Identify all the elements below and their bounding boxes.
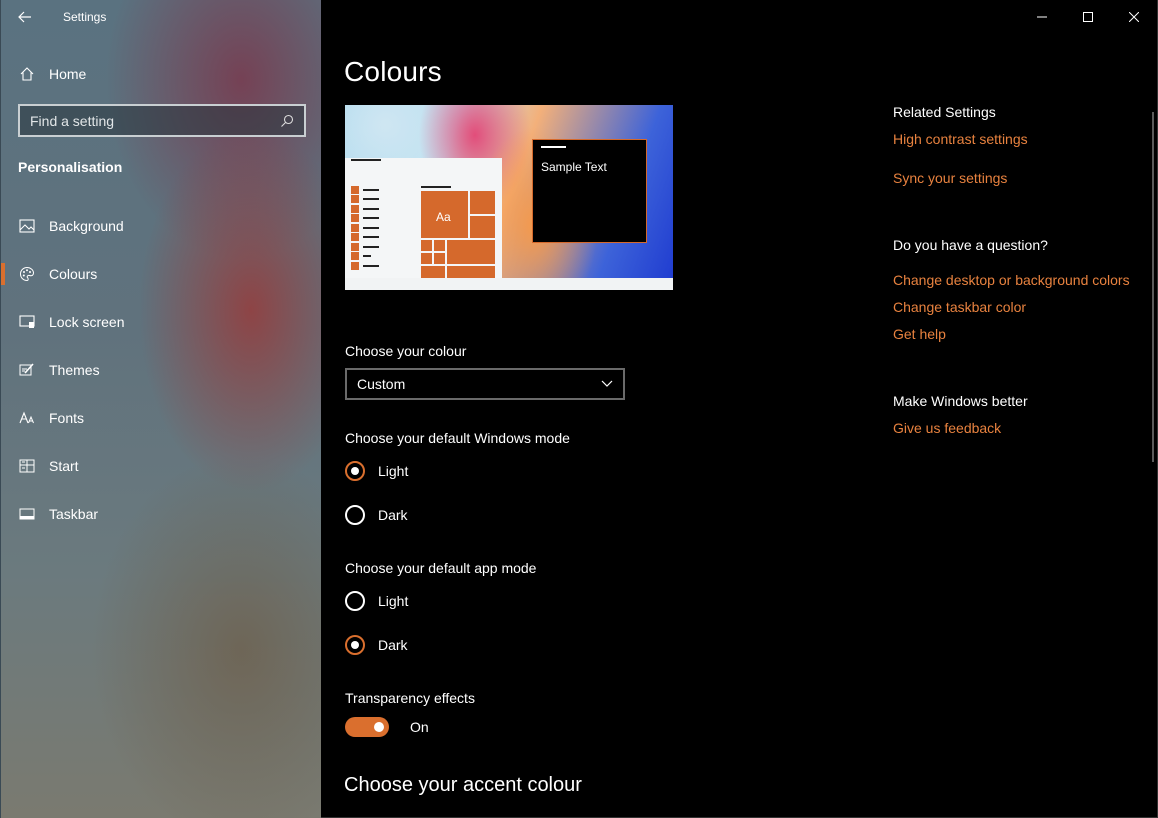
- accent-colour-heading: Choose your accent colour: [344, 774, 582, 796]
- change-background-colors-link[interactable]: Change desktop or background colors: [893, 272, 1130, 288]
- maximize-button[interactable]: [1065, 0, 1111, 34]
- choose-colour-value: Custom: [357, 376, 406, 392]
- close-button[interactable]: [1111, 0, 1157, 34]
- high-contrast-link[interactable]: High contrast settings: [893, 131, 1028, 147]
- font-icon: [18, 409, 36, 427]
- content-pane: Colours Aa Sample Text Choose your colou…: [321, 0, 1158, 818]
- page-title: Colours: [344, 56, 442, 87]
- app-mode-label: Choose your default app mode: [345, 560, 537, 576]
- preview-sample-text: Sample Text: [541, 160, 607, 174]
- sidebar-item-label: Taskbar: [49, 506, 99, 522]
- colour-preview: Aa Sample Text: [345, 105, 673, 290]
- preview-tiles: Aa: [421, 191, 495, 278]
- radio-indicator[interactable]: [345, 591, 365, 611]
- sidebar-item-label: Background: [49, 218, 124, 234]
- give-feedback-link[interactable]: Give us feedback: [893, 420, 1001, 436]
- search-box[interactable]: [18, 104, 306, 137]
- preview-tile-label: Aa: [436, 210, 451, 224]
- window-controls: [1019, 0, 1157, 34]
- app-title: Settings: [63, 10, 107, 24]
- make-windows-better-heading: Make Windows better: [893, 393, 1028, 409]
- radio-label: Dark: [378, 637, 408, 653]
- choose-colour-label: Choose your colour: [345, 343, 467, 359]
- windows-mode-dark-radio[interactable]: Dark: [345, 505, 408, 525]
- home-nav-item[interactable]: Home: [1, 52, 322, 96]
- palette-icon: [18, 265, 36, 283]
- sidebar-item-colours[interactable]: Colours: [1, 252, 322, 296]
- radio-indicator[interactable]: [345, 505, 365, 525]
- minimize-icon: [1037, 16, 1047, 18]
- maximize-icon: [1083, 12, 1093, 22]
- navigation-pane: Settings Home Personalisation Background…: [0, 0, 321, 818]
- radio-indicator[interactable]: [345, 635, 365, 655]
- sidebar-item-label: Lock screen: [49, 314, 125, 330]
- minimize-button[interactable]: [1019, 0, 1065, 34]
- radio-label: Light: [378, 593, 409, 609]
- chevron-down-icon: [601, 380, 613, 387]
- scrollbar[interactable]: [1152, 112, 1154, 462]
- choose-colour-dropdown[interactable]: Custom: [345, 368, 625, 400]
- sidebar-item-label: Colours: [49, 266, 98, 282]
- sidebar-item-label: Fonts: [49, 410, 85, 426]
- sync-settings-link[interactable]: Sync your settings: [893, 170, 1007, 186]
- preview-sample-window: Sample Text: [532, 139, 647, 243]
- back-button[interactable]: [1, 0, 49, 34]
- sidebar-item-label: Start: [49, 458, 79, 474]
- sidebar-item-themes[interactable]: Themes: [1, 348, 322, 392]
- sidebar-item-fonts[interactable]: Fonts: [1, 396, 322, 440]
- sidebar-item-label: Themes: [49, 362, 100, 378]
- sidebar-item-start[interactable]: Start: [1, 444, 322, 488]
- section-title: Personalisation: [18, 159, 123, 175]
- toggle-state-label: On: [410, 719, 429, 735]
- question-heading: Do you have a question?: [893, 237, 1048, 253]
- change-taskbar-color-link[interactable]: Change taskbar color: [893, 299, 1026, 315]
- windows-mode-label: Choose your default Windows mode: [345, 430, 570, 446]
- image-icon: [18, 217, 36, 235]
- home-label: Home: [49, 66, 87, 82]
- radio-label: Dark: [378, 507, 408, 523]
- toggle-track[interactable]: [345, 717, 389, 737]
- sidebar-item-background[interactable]: Background: [1, 204, 322, 248]
- start-icon: [18, 457, 36, 475]
- preview-start-menu: Aa: [345, 158, 502, 278]
- preview-app-list: [351, 159, 381, 271]
- app-mode-dark-radio[interactable]: Dark: [345, 635, 408, 655]
- app-mode-light-radio[interactable]: Light: [345, 591, 408, 611]
- home-icon: [18, 65, 36, 83]
- sidebar-item-taskbar[interactable]: Taskbar: [1, 492, 322, 536]
- back-arrow-icon: [18, 11, 31, 23]
- search-icon[interactable]: [280, 114, 294, 128]
- sidebar-item-lock-screen[interactable]: Lock screen: [1, 300, 322, 344]
- radio-label: Light: [378, 463, 409, 479]
- close-icon: [1129, 12, 1139, 22]
- search-input[interactable]: [30, 112, 280, 129]
- preview-taskbar: [345, 278, 673, 290]
- related-settings-heading: Related Settings: [893, 104, 996, 120]
- transparency-toggle[interactable]: On: [345, 717, 429, 737]
- radio-indicator[interactable]: [345, 461, 365, 481]
- transparency-label: Transparency effects: [345, 690, 475, 706]
- brush-icon: [18, 361, 36, 379]
- windows-mode-light-radio[interactable]: Light: [345, 461, 408, 481]
- lock-screen-icon: [18, 313, 36, 331]
- taskbar-icon: [18, 505, 36, 523]
- get-help-link[interactable]: Get help: [893, 326, 946, 342]
- toggle-knob: [374, 722, 384, 732]
- title-bar-left: Settings: [1, 0, 322, 34]
